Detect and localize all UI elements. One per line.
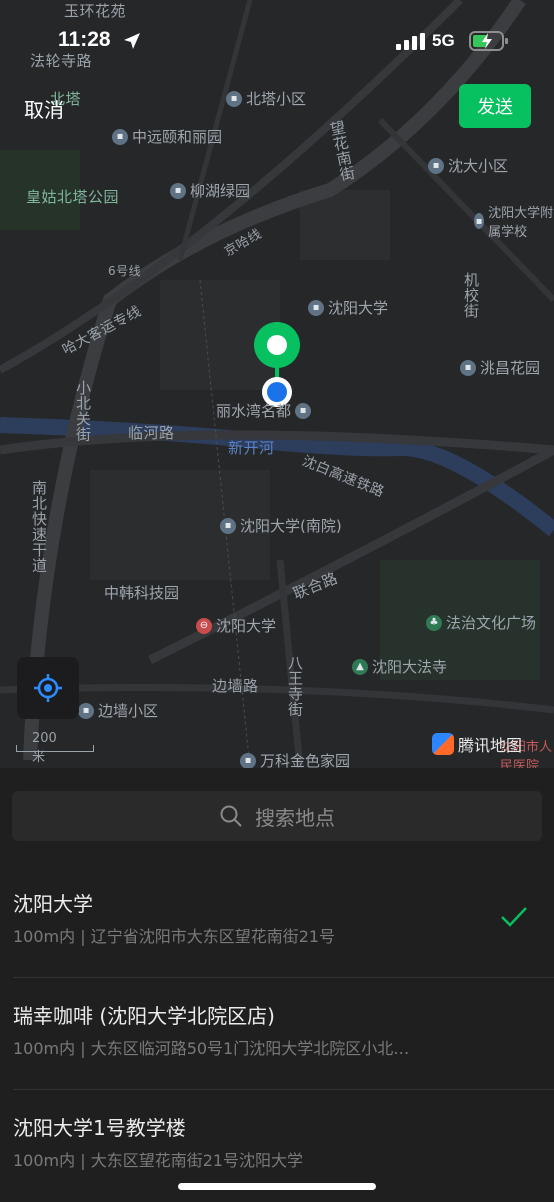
poi[interactable]: ▪ 中远颐和丽园 <box>112 126 222 147</box>
metro-icon: ⊖ <box>196 617 212 634</box>
building-icon: ▪ <box>295 402 312 419</box>
status-bar: 11:28 5G <box>0 0 554 80</box>
school-icon: ▪ <box>308 299 324 316</box>
location-arrow-icon <box>124 33 140 49</box>
result-title: 沈阳大学 <box>13 892 93 916</box>
map-provider-logo: 腾讯地图 <box>432 732 522 756</box>
building-icon: ▪ <box>78 702 94 719</box>
school-icon: ▪ <box>220 517 236 534</box>
network-type: 5G <box>432 31 455 50</box>
location-result-item[interactable]: 沈阳大学 100m内 | 辽宁省沈阳市大东区望花南街21号 <box>0 868 554 978</box>
crosshair-icon <box>34 674 62 702</box>
poi[interactable]: ⊖ 沈阳大学 <box>196 615 276 636</box>
poi[interactable]: ▪ 万科金色家园 <box>240 750 350 768</box>
school-icon: ▪ <box>474 213 485 229</box>
poi[interactable]: ▲ 沈阳大法寺 <box>352 656 447 677</box>
road-label: 南北快速干道 <box>30 480 48 573</box>
result-subtitle: 100m内 | 大东区望花南街21号沈阳大学 <box>13 1151 304 1170</box>
road-label: 临河路 <box>128 424 175 442</box>
cancel-button[interactable]: 取消 <box>24 94 64 123</box>
poi[interactable]: ▪ 柳湖绿园 <box>170 180 250 201</box>
poi[interactable]: ▪ 洮昌花园 <box>460 357 540 378</box>
status-time: 11:28 <box>58 28 111 51</box>
location-sheet: 搜索地点 沈阳大学 100m内 | 辽宁省沈阳市大东区望花南街21号 瑞幸咖啡 … <box>0 768 554 1200</box>
building-icon: ▪ <box>112 128 128 145</box>
road-label: 小北关街 <box>74 380 92 442</box>
building-icon: ▪ <box>170 182 186 199</box>
building-icon: ▪ <box>460 359 476 376</box>
result-subtitle: 100m内 | 辽宁省沈阳市大东区望花南街21号 <box>13 927 336 946</box>
road-label: 边墙路 <box>212 677 259 695</box>
poi[interactable]: ▪ 北塔小区 <box>226 88 306 109</box>
send-button[interactable]: 发送 <box>459 84 531 128</box>
building-icon: ▪ <box>428 157 444 174</box>
signal-icon <box>396 33 425 50</box>
check-icon <box>501 907 527 927</box>
result-title: 瑞幸咖啡 (沈阳大学北院区店) <box>13 1004 275 1028</box>
road-label: 6号线 <box>108 264 142 278</box>
poi[interactable]: 中韩科技园 <box>104 582 179 603</box>
tencent-map-icon <box>432 733 454 755</box>
poi[interactable]: ▪ 沈大小区 <box>428 155 508 176</box>
road-label: 机校街 <box>462 272 480 319</box>
river-label: 新开河 <box>228 439 275 457</box>
search-placeholder: 搜索地点 <box>255 805 335 830</box>
temple-icon: ▲ <box>352 658 368 675</box>
poi[interactable]: ▪ 边墙小区 <box>78 700 158 721</box>
park-icon: ♣ <box>426 614 442 631</box>
poi[interactable]: ▪ 丽水湾名都 <box>216 400 312 421</box>
locate-me-button[interactable] <box>17 657 79 719</box>
building-icon: ▪ <box>240 752 256 768</box>
poi[interactable]: ▪ 沈阳大学附属学校 <box>474 202 554 240</box>
search-icon <box>220 805 242 827</box>
search-input[interactable]: 搜索地点 <box>12 791 542 841</box>
park-label: 皇姑北塔公园 <box>26 188 120 206</box>
result-title: 沈阳大学1号教学楼 <box>13 1116 186 1140</box>
result-subtitle: 100m内 | 大东区临河路50号1门沈阳大学北院区小北… <box>13 1039 410 1058</box>
home-indicator[interactable] <box>178 1183 376 1190</box>
road-label: 八王寺街 <box>286 655 304 717</box>
poi[interactable]: ▪ 沈阳大学(南院) <box>220 515 342 536</box>
battery-charging-icon <box>469 31 508 51</box>
building-icon: ▪ <box>226 90 242 107</box>
location-result-item[interactable]: 瑞幸咖啡 (沈阳大学北院区店) 100m内 | 大东区临河路50号1门沈阳大学北… <box>0 980 554 1090</box>
poi[interactable]: ▪ 沈阳大学 <box>308 297 388 318</box>
poi[interactable]: ♣ 法治文化广场 <box>426 612 536 633</box>
